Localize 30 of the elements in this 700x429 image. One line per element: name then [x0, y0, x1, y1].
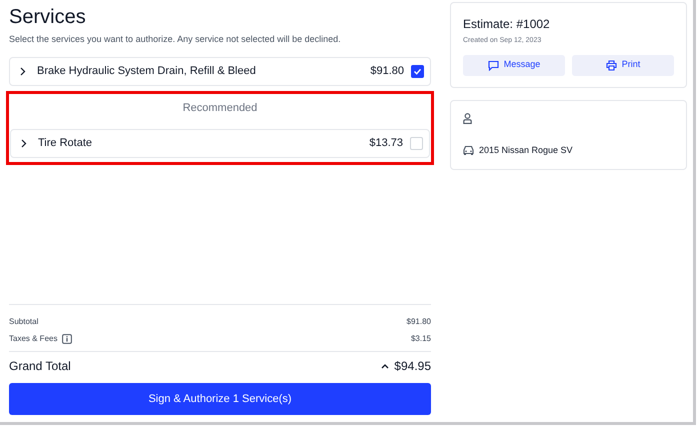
grand-total-value: $94.95 — [394, 358, 431, 374]
service-price: $13.73 — [369, 136, 403, 152]
instructions-text: Select the services you want to authorize. Any service not selected will be declined. — [9, 33, 341, 46]
page-title: Services — [9, 5, 86, 29]
total-value: $91.80 — [406, 316, 431, 328]
vehicle-name: 2015 Nissan Rogue SV — [479, 144, 573, 157]
chevron-icon[interactable] — [20, 66, 26, 76]
service-checkbox[interactable] — [411, 64, 424, 78]
print-button[interactable]: Print — [572, 54, 674, 76]
person-icon — [463, 112, 472, 124]
checkmark-icon — [413, 66, 422, 76]
grand-total-label: Grand Total — [9, 358, 71, 374]
printer-icon — [606, 60, 617, 70]
message-button[interactable]: Message — [463, 54, 565, 76]
info-icon[interactable] — [62, 334, 72, 344]
estimate-title: Estimate: #1002 — [463, 16, 550, 33]
total-value: $3.15 — [410, 332, 431, 344]
speech-bubble-icon — [488, 60, 499, 70]
service-row[interactable]: Tire Rotate $13.73 — [10, 129, 430, 158]
total-label: Taxes & Fees — [9, 332, 58, 344]
service-name: Brake Hydraulic System Drain, Refill & Bleed — [37, 64, 257, 79]
section-heading: Recommended — [182, 100, 258, 116]
chevron-icon[interactable] — [21, 139, 27, 148]
authorize-button[interactable]: Sign & Authorize 1 Service(s) — [9, 383, 431, 415]
service-price: $91.80 — [370, 64, 404, 79]
car-icon — [463, 145, 474, 156]
service-checkbox[interactable] — [410, 137, 423, 150]
service-name: Tire Rotate — [38, 136, 94, 152]
service-row[interactable]: Brake Hydraulic System Drain, Refill & Bleed $91.80 — [9, 56, 431, 86]
total-label: Subtotal — [9, 316, 38, 328]
